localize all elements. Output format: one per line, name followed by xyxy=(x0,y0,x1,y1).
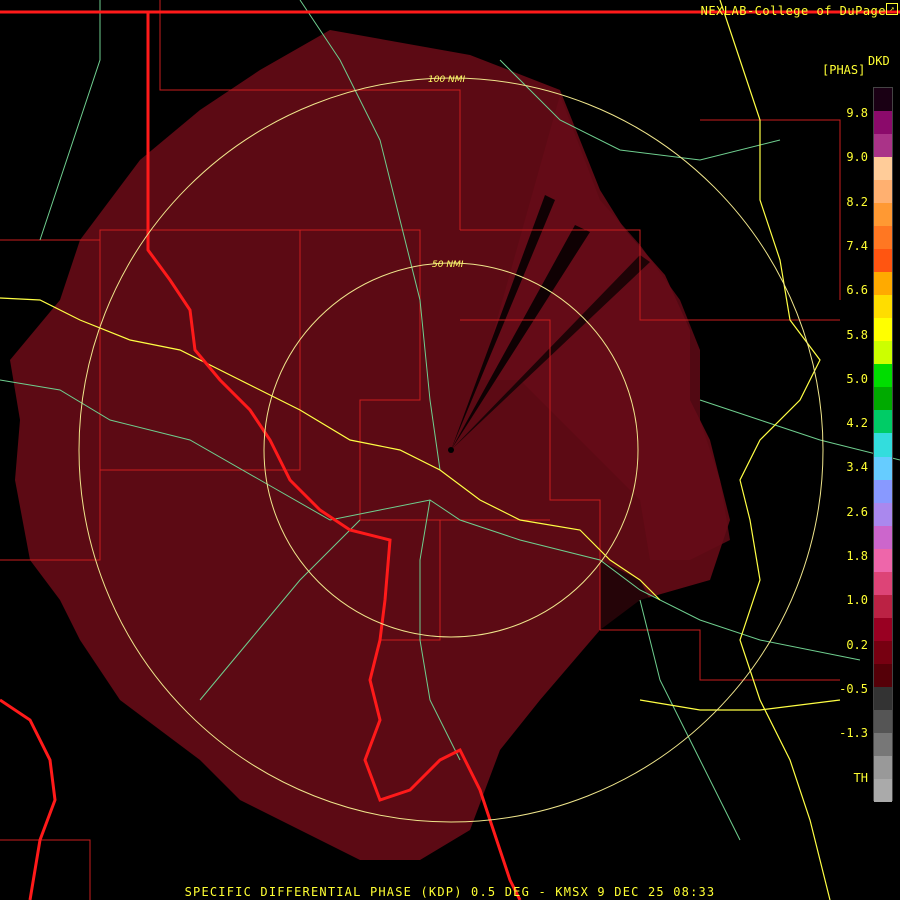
legend-swatch xyxy=(874,318,892,342)
legend-swatch xyxy=(874,88,892,112)
credit-text: NEXLAB-College of DuPage xyxy=(700,4,886,18)
legend-product-label: DKD xyxy=(868,54,890,68)
legend-swatch xyxy=(874,249,892,273)
legend-swatch xyxy=(874,732,892,757)
legend-swatch xyxy=(874,111,892,135)
legend-tick-label: 6.6 xyxy=(846,283,868,298)
legend-tick-label: 1.0 xyxy=(846,593,868,608)
legend-tick-label: 9.8 xyxy=(846,106,868,120)
legend-swatch xyxy=(874,295,892,319)
legend-swatch xyxy=(874,226,892,250)
legend-swatch xyxy=(874,755,892,780)
legend-swatch xyxy=(874,433,892,457)
legend-tick-label: -1.3 xyxy=(839,726,868,741)
legend-swatch xyxy=(874,364,892,388)
legend-swatch xyxy=(874,134,892,158)
legend-tick-label: TH xyxy=(853,770,868,785)
range-ring-100-label: 100 NMI xyxy=(428,75,466,85)
legend-swatch xyxy=(874,387,892,411)
legend-tick-label: 9.0 xyxy=(846,150,868,165)
legend-tick-label: 7.4 xyxy=(846,238,868,253)
legend-swatch xyxy=(874,686,892,711)
legend-swatch xyxy=(874,180,892,204)
legend-swatch xyxy=(874,571,892,596)
radar-map: 50 NMI 100 NMI xyxy=(0,0,900,900)
legend-swatch xyxy=(874,203,892,227)
legend-swatch xyxy=(874,617,892,642)
legend-swatch xyxy=(874,341,892,365)
legend-tick-label: 5.0 xyxy=(846,371,868,386)
legend-swatch xyxy=(874,548,892,573)
legend-color-bar xyxy=(873,87,893,803)
legend-swatch xyxy=(874,594,892,619)
product-footer: SPECIFIC DIFFERENTIAL PHASE (KDP) 0.5 DE… xyxy=(184,885,716,899)
legend-tick-label: 4.2 xyxy=(846,416,868,431)
legend-swatch xyxy=(874,663,892,688)
legend-tick-label: 3.4 xyxy=(846,460,868,475)
legend-swatch xyxy=(874,479,892,504)
legend-swatch xyxy=(874,456,892,481)
legend-swatch xyxy=(874,410,892,434)
legend-swatch xyxy=(874,502,892,527)
legend-swatch xyxy=(874,157,892,181)
radar-site-marker xyxy=(448,447,454,453)
legend-tick-label: 5.8 xyxy=(846,327,868,342)
legend-unit-label: [PHAS] xyxy=(822,63,866,77)
legend-tick-label: 2.6 xyxy=(846,504,868,519)
legend-swatch xyxy=(874,272,892,296)
legend-tick-label: 8.2 xyxy=(846,194,868,209)
legend-swatch xyxy=(874,640,892,665)
legend-tick-label: 1.8 xyxy=(846,549,868,563)
external-link-icon[interactable]: ↗ xyxy=(886,3,898,15)
legend-swatch xyxy=(874,525,892,550)
legend-swatch xyxy=(874,709,892,734)
range-ring-50-label: 50 NMI xyxy=(432,260,464,270)
legend-tick-label: 0.2 xyxy=(846,637,868,652)
legend-swatch xyxy=(874,778,892,803)
legend-tick-label: -0.5 xyxy=(839,681,868,696)
